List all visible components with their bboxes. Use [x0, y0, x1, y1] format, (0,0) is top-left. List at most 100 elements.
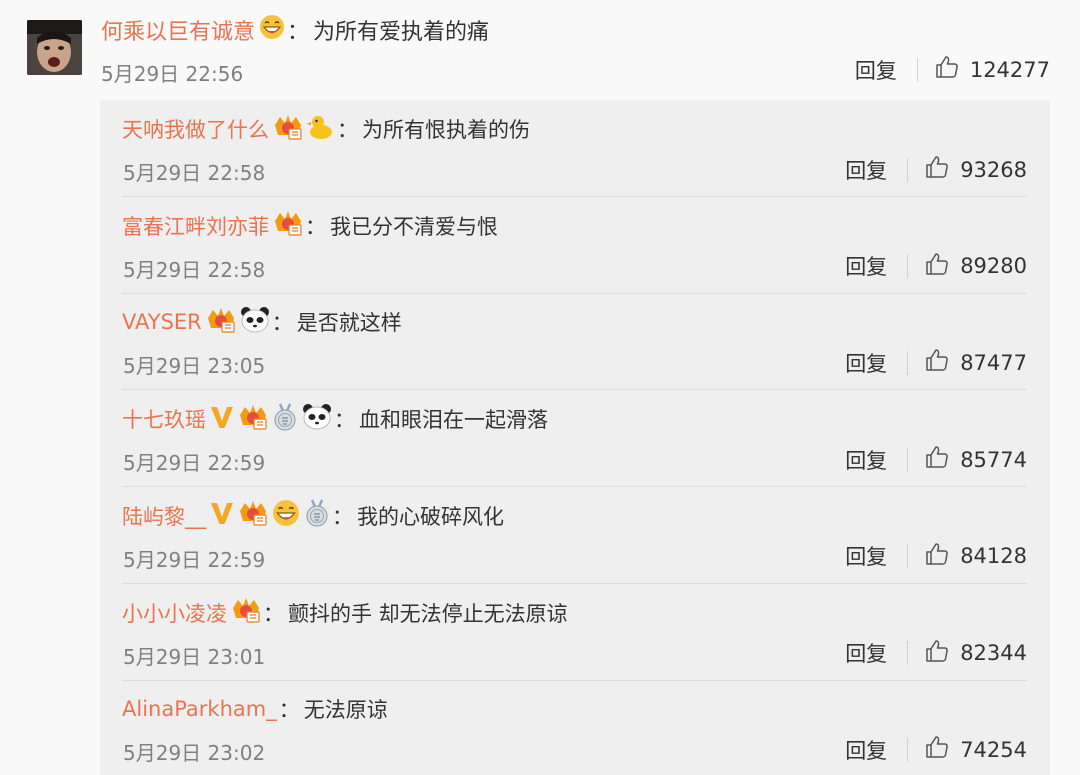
like-button[interactable]: 87477 [924, 347, 1027, 378]
vip-crown-icon [273, 113, 303, 146]
reply-button[interactable]: 回复 [845, 445, 887, 475]
main-username[interactable]: 何乘以巨有诚意 [101, 14, 255, 46]
reply-text: 颤抖的手 却无法停止无法原谅 [288, 601, 568, 626]
reply-button[interactable]: 回复 [845, 541, 887, 571]
main-comment-line: 何乘以巨有诚意 ： 为所有爱执着的痛 [101, 14, 489, 46]
reply-time: 5月29日 22:58 [123, 257, 266, 282]
reply-line: 陆屿黎__ ：我的心破碎风化 [122, 499, 504, 533]
divider [916, 57, 918, 82]
thumbs-up-icon [924, 444, 950, 475]
colon: ： [305, 214, 326, 239]
main-comment-text: 为所有爱执着的痛 [313, 20, 490, 45]
reply-actions: 回复 74254 [845, 734, 1027, 765]
thumbs-up-icon [924, 347, 950, 378]
reply-item: 陆屿黎__ ：我的心破碎风化 5月29日 22:59 回复 84128 [100, 487, 1050, 584]
panda-icon [302, 403, 332, 436]
like-button[interactable]: 93268 [924, 154, 1027, 185]
verified-v-icon [210, 500, 234, 531]
thumbs-up-icon [934, 54, 960, 85]
reply-line: 富春江畔刘亦菲 ：我已分不清爱与恨 [122, 209, 498, 243]
reply-text: 为所有恨执着的伤 [362, 118, 530, 142]
divider [907, 737, 909, 762]
like-count: 82344 [960, 641, 1027, 665]
vip-crown-icon [231, 596, 261, 629]
reply-actions: 回复 93268 [845, 154, 1027, 185]
reply-actions: 回复 84128 [845, 541, 1027, 572]
colon: ： [332, 504, 353, 529]
like-button[interactable]: 124277 [934, 54, 1050, 85]
reply-time: 5月29日 22:59 [123, 547, 266, 572]
verified-v-icon [210, 404, 234, 435]
reply-username[interactable]: 小小小凌凌 [122, 598, 227, 628]
reply-item: 天呐我做了什么 ：为所有恨执着的伤 5月29日 22:58 回复 93268 [100, 100, 1050, 197]
reply-username[interactable]: 天呐我做了什么 [122, 114, 269, 144]
reply-time: 5月29日 22:59 [123, 451, 266, 476]
reply-button[interactable]: 回复 [845, 735, 887, 765]
reply-line: VAYSER ：是否就这样 [122, 305, 402, 339]
colon: ： [337, 118, 358, 142]
reply-button[interactable]: 回复 [855, 55, 897, 85]
reply-line: 天呐我做了什么 ：为所有恨执着的伤 [122, 112, 530, 146]
reply-button[interactable]: 回复 [845, 638, 887, 668]
reply-item: 小小小凌凌 ：颤抖的手 却无法停止无法原谅 5月29日 23:01 回复 82344 [100, 584, 1050, 681]
thumbs-up-icon [924, 251, 950, 282]
divider [907, 157, 909, 182]
reply-line: 小小小凌凌 ：颤抖的手 却无法停止无法原谅 [122, 596, 568, 630]
thumbs-up-icon [924, 638, 950, 669]
like-count: 89280 [960, 254, 1027, 279]
reply-actions: 回复 85774 [845, 444, 1027, 475]
vip-crown-icon [238, 499, 268, 532]
colon: ： [287, 20, 310, 45]
main-comment-time: 5月29日 22:56 [101, 62, 244, 86]
like-count: 93268 [960, 157, 1027, 182]
reply-username[interactable]: 陆屿黎__ [122, 501, 206, 531]
reply-button[interactable]: 回复 [845, 155, 887, 185]
colon: ： [278, 698, 300, 723]
divider [907, 544, 909, 569]
like-count: 85774 [960, 447, 1027, 472]
like-count: 87477 [960, 350, 1027, 375]
reply-actions: 回复 87477 [845, 347, 1027, 378]
reply-line: AlinaParkham_：无法原谅 [122, 692, 388, 726]
like-count: 124277 [969, 57, 1050, 82]
thumbs-up-icon [924, 154, 950, 185]
reply-username[interactable]: 富春江畔刘亦菲 [122, 211, 269, 241]
avatar-image [27, 20, 82, 75]
reply-username[interactable]: AlinaParkham_ [122, 697, 277, 721]
colon: ： [334, 408, 355, 433]
panda-icon [240, 306, 270, 339]
reply-button[interactable]: 回复 [845, 251, 887, 281]
like-button[interactable]: 89280 [924, 251, 1027, 282]
reply-list: 天呐我做了什么：为所有恨执着的伤 5月29日 22:58 回复 93268 富春江畔刘亦… [100, 100, 1050, 775]
reply-item: 十七玖瑶 ：血和眼泪在一起滑落 5月29日 22:59 回复 85774 [100, 390, 1050, 488]
main-comment-actions: 回复 124277 [855, 54, 1050, 85]
medal-icon [272, 403, 298, 436]
like-button[interactable]: 84128 [924, 541, 1027, 572]
divider [907, 641, 909, 665]
reply-text: 我已分不清爱与恨 [330, 214, 498, 239]
duck-icon [307, 113, 335, 146]
reply-item: 富春江畔刘亦菲 ：我已分不清爱与恨 5月29日 22:58 回复 89280 [100, 197, 1050, 294]
like-count: 74254 [960, 737, 1027, 762]
divider [907, 254, 909, 279]
divider [907, 447, 909, 472]
reply-actions: 回复 89280 [845, 251, 1027, 282]
reply-time: 5月29日 22:58 [123, 161, 266, 185]
avatar[interactable] [27, 20, 82, 75]
reply-button[interactable]: 回复 [845, 348, 887, 378]
thumbs-up-icon [924, 734, 950, 765]
vip-crown-icon [238, 403, 268, 436]
vip-crown-icon [273, 209, 303, 242]
like-button[interactable]: 82344 [924, 638, 1027, 669]
reply-username[interactable]: 十七玖瑶 [122, 404, 206, 434]
medal-icon [304, 499, 330, 532]
reply-username[interactable]: VAYSER [122, 310, 202, 334]
reply-text: 血和眼泪在一起滑落 [359, 408, 548, 433]
like-button[interactable]: 85774 [924, 444, 1027, 475]
reply-time: 5月29日 23:05 [123, 354, 266, 379]
reply-text: 无法原谅 [303, 698, 388, 723]
reply-text: 我的心破碎风化 [357, 504, 504, 529]
like-button[interactable]: 74254 [924, 734, 1027, 765]
colon: ： [271, 311, 293, 336]
reply-line: 十七玖瑶 ：血和眼泪在一起滑落 [122, 402, 548, 436]
